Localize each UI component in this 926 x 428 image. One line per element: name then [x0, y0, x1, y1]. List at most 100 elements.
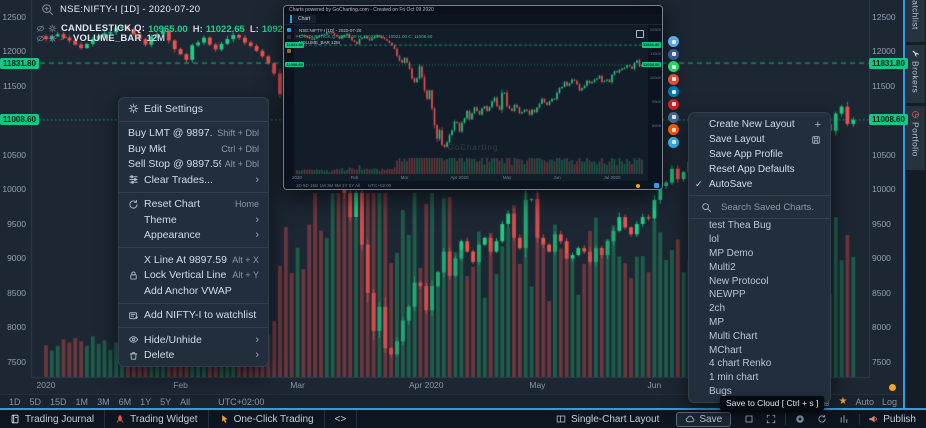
- layout-menu-save-layout[interactable]: Save Layout: [689, 132, 830, 147]
- sidebar-tab-watchlist[interactable]: Watchlist: [906, 0, 925, 42]
- price-tick: 12000: [872, 47, 896, 56]
- share-vk-icon[interactable]: [668, 112, 679, 123]
- menu-item-edit-settings[interactable]: Edit Settings: [119, 101, 268, 117]
- timeframe-6m[interactable]: 6M: [119, 397, 132, 407]
- single-chart-layout-button[interactable]: Single-Chart Layout: [546, 414, 669, 425]
- share-telegram-icon[interactable]: [668, 137, 679, 148]
- saved-chart-item[interactable]: Multi Chart: [689, 329, 830, 343]
- timeframe-1d[interactable]: 1D: [9, 397, 21, 407]
- trading-widget-button[interactable]: Trading Widget: [105, 410, 208, 428]
- price-badge: 11008.60: [869, 114, 908, 125]
- menu-item-clear-trades[interactable]: Clear Trades...›: [119, 172, 268, 188]
- ohlc-value: 11022.65: [206, 24, 245, 35]
- timeframe-3m[interactable]: 3M: [97, 397, 110, 407]
- study-name: CANDLESTICK,Q:: [61, 23, 145, 34]
- menu-item-buy-mkt[interactable]: Buy MktCtrl + Dbl: [119, 141, 268, 157]
- timezone-label[interactable]: UTC+02:00: [218, 397, 264, 407]
- price-tick: 7500: [872, 358, 891, 367]
- saved-chart-item[interactable]: 1 min chart: [689, 371, 830, 385]
- timeframe-1m[interactable]: 1M: [76, 397, 89, 407]
- menu-item-theme[interactable]: Theme›: [119, 212, 268, 228]
- share-linkedin-icon[interactable]: [668, 86, 679, 97]
- timeframe-5d[interactable]: 5D: [30, 397, 42, 407]
- share-google-plus-icon[interactable]: [668, 74, 679, 85]
- timeframe-5y[interactable]: 5Y: [160, 397, 171, 407]
- saved-chart-item[interactable]: New Protocol: [689, 274, 830, 288]
- menu-item-sell-stop-9897-59[interactable]: Sell Stop @ 9897.59Alt + Dbl: [119, 157, 268, 173]
- menu-item-delete[interactable]: Delete›: [119, 348, 268, 364]
- menu-item-lock-vertical-line[interactable]: Lock Vertical LineAlt + Y: [119, 268, 268, 284]
- wrench-icon: [911, 49, 920, 58]
- saved-chart-item[interactable]: MP: [689, 316, 830, 330]
- menu-item-label: Add NIFTY-I to watchlist: [144, 309, 259, 321]
- saved-chart-item[interactable]: MP Demo: [689, 247, 830, 261]
- timeframe-all[interactable]: All: [180, 397, 190, 407]
- date-tick: Feb: [173, 380, 188, 390]
- sidebar-tab-portfolio[interactable]: Portfolio: [906, 106, 925, 170]
- timeframe-15d[interactable]: 15D: [50, 397, 67, 407]
- publish-label: Publish: [883, 414, 916, 425]
- share-whatsapp-icon[interactable]: [668, 61, 679, 72]
- menu-item-x-line-at-9897-59[interactable]: X Line At 9897.59Alt + X: [119, 252, 268, 268]
- saved-chart-item[interactable]: Multi2: [689, 260, 830, 274]
- price-badge: 11008.60: [0, 114, 39, 125]
- menu-item-reset-chart[interactable]: Reset ChartHome: [119, 197, 268, 213]
- layout-menu-autosave[interactable]: ✓AutoSave: [689, 177, 830, 192]
- saved-chart-item[interactable]: MChart: [689, 343, 830, 357]
- menu-item-add-nifty-i-to-watchlist[interactable]: Add NIFTY-I to watchlist: [119, 308, 268, 324]
- menu-item-appearance[interactable]: Appearance›: [119, 228, 268, 244]
- saved-chart-item[interactable]: 4 chart Renko: [689, 357, 830, 371]
- timeframe-1y[interactable]: 1Y: [140, 397, 151, 407]
- sidebar-tab-label: Portfolio: [911, 122, 921, 157]
- code-button[interactable]: <>: [325, 410, 358, 428]
- popup-timezone: UTC+02:00: [368, 183, 391, 188]
- one-click-trading-button[interactable]: One-Click Trading: [209, 410, 325, 428]
- ohlc-label: L:: [250, 24, 259, 35]
- popup-left-strip: [284, 25, 294, 189]
- trading-journal-button[interactable]: Trading Journal: [0, 410, 105, 428]
- price-badge: 11831.80: [0, 58, 39, 69]
- hide-study-icon[interactable]: [36, 24, 45, 33]
- chart-snapshot-popup[interactable]: Charts powered by GoCharting.com - Creat…: [283, 5, 663, 190]
- fullscreen-icon[interactable]: [760, 414, 782, 424]
- popup-tabbar: Chart: [284, 14, 662, 25]
- save-tooltip: Save to Cloud [ Ctrl + s ]: [720, 396, 824, 410]
- layout-menu-reset-app-defaults[interactable]: Reset App Defaults: [689, 162, 830, 177]
- layout-menu-save-app-profile[interactable]: Save App Profile: [689, 147, 830, 162]
- maximize-icon[interactable]: [738, 414, 760, 424]
- sidebar-tab-brokers[interactable]: Brokers: [906, 45, 925, 103]
- saved-chart-item[interactable]: lol: [689, 233, 830, 247]
- share-reddit-icon[interactable]: [668, 124, 679, 135]
- button-label: One-Click Trading: [234, 414, 314, 425]
- camera-icon[interactable]: [789, 414, 811, 424]
- button-label: <>: [335, 414, 347, 425]
- menu-item-buy-lmt-9897-59[interactable]: Buy LMT @ 9897.59Shift + Dbl: [119, 126, 268, 142]
- sync-icon[interactable]: [811, 414, 833, 424]
- saved-chart-item[interactable]: test Thea Bug: [689, 219, 830, 233]
- study-settings-icon[interactable]: [48, 24, 57, 33]
- scale-toggle-log[interactable]: Log: [882, 397, 897, 407]
- depth-icon[interactable]: [833, 414, 855, 424]
- share-facebook-icon[interactable]: [668, 49, 679, 60]
- floppy-icon: [811, 135, 821, 145]
- layout-menu-create-new-layout[interactable]: Create New Layout+: [689, 117, 830, 132]
- menu-shortcut: Alt + X: [232, 255, 259, 265]
- bottom-left-group: Trading JournalTrading Widget One-Click T…: [0, 410, 357, 428]
- saved-chart-item[interactable]: NEWPP: [689, 288, 830, 302]
- menu-item-hide-unhide[interactable]: Hide/Unhide›: [119, 332, 268, 348]
- menu-item-add-anchor-vwap[interactable]: Add Anchor VWAP: [119, 283, 268, 299]
- hide-volume-icon[interactable]: [36, 34, 45, 43]
- saved-chart-item[interactable]: 2ch: [689, 302, 830, 316]
- submenu-chevron-icon: ›: [255, 174, 259, 186]
- volume-settings-icon[interactable]: [48, 34, 57, 43]
- favorite-star-icon[interactable]: ★: [838, 397, 847, 407]
- scale-toggle-auto[interactable]: Auto: [855, 397, 874, 407]
- share-twitter-icon[interactable]: [668, 36, 679, 47]
- menu-item-label: Lock Vertical Line: [144, 269, 228, 281]
- share-pinterest-icon[interactable]: [668, 99, 679, 110]
- popup-date-tick: Jun: [553, 175, 560, 180]
- publish-button[interactable]: Publish: [859, 414, 926, 425]
- save-button[interactable]: Save: [676, 412, 731, 427]
- zoom-icon[interactable]: [41, 3, 54, 16]
- search-input[interactable]: [719, 201, 823, 214]
